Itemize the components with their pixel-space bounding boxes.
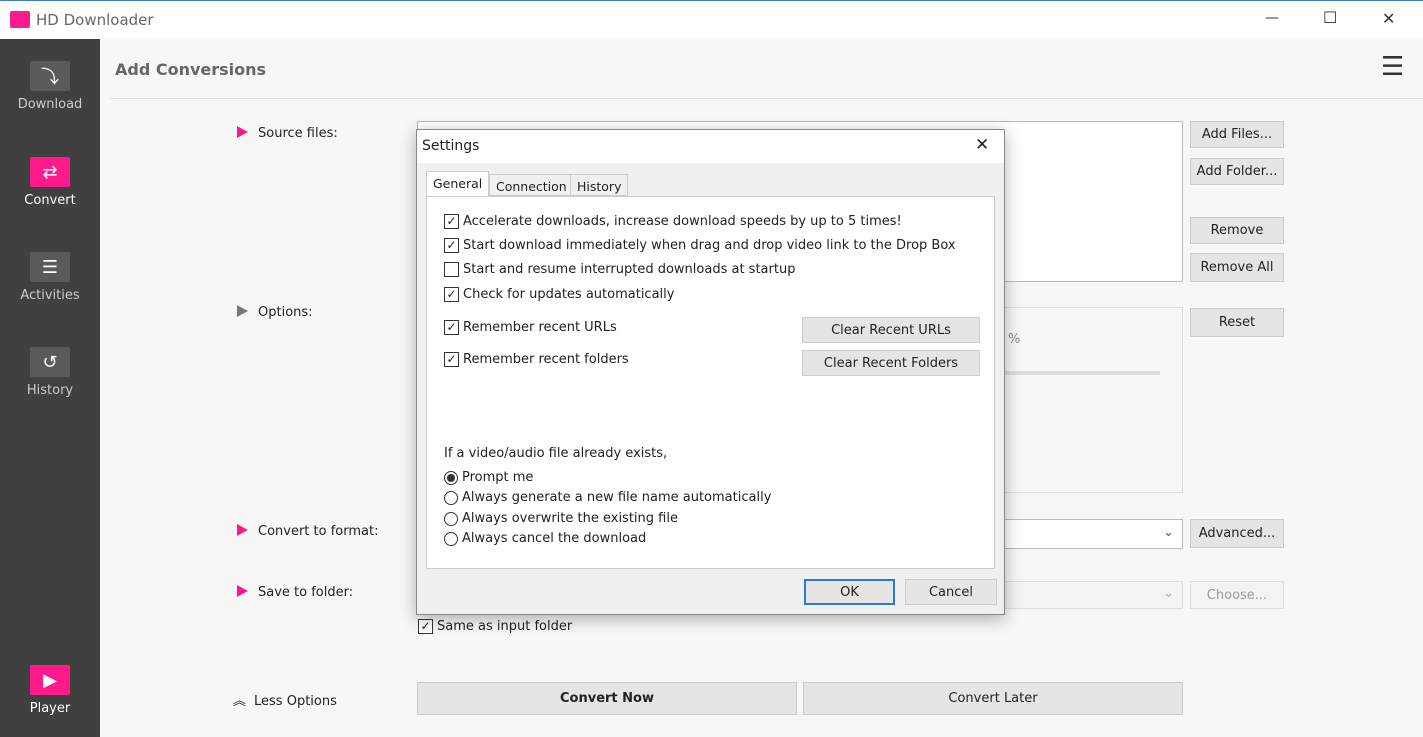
cancel-button[interactable]: Cancel [905, 579, 997, 605]
settings-dialog: Settings ✕ General Connection History ✓ A… [416, 129, 1005, 615]
minimize-button[interactable]: — [1265, 10, 1279, 26]
radio-circle [444, 490, 458, 505]
check-icon: ✓ [444, 320, 459, 335]
remove-all-button[interactable]: Remove All [1190, 253, 1284, 282]
header-divider [110, 98, 1423, 99]
sidebar-item-player[interactable]: ▶ Player [0, 665, 100, 716]
arrow-icon [237, 126, 248, 138]
options-label: Options: [237, 305, 313, 320]
convert-now-button[interactable]: Convert Now [417, 682, 797, 715]
sidebar-item-label: Player [29, 701, 71, 716]
sidebar-item-activities[interactable]: ☰ Activities [0, 252, 100, 303]
file-exists-label: If a video/audio file already exists, [444, 446, 668, 461]
radio-circle [444, 531, 458, 546]
app-logo-icon [10, 11, 30, 28]
source-files-label: Source files: [237, 126, 338, 141]
choose-button: Choose... [1190, 581, 1284, 609]
play-icon: ▶ [30, 665, 70, 695]
list-icon: ☰ [30, 252, 70, 282]
tab-general[interactable]: General [426, 171, 490, 197]
radio-selected [444, 470, 458, 485]
arrow-icon [237, 585, 248, 597]
maximize-button[interactable]: ☐ [1323, 8, 1337, 27]
ok-button[interactable]: OK [804, 579, 895, 605]
save-folder-label: Save to folder: [237, 585, 353, 600]
close-button[interactable]: ✕ [1382, 9, 1395, 28]
convert-icon: ⇄ [30, 157, 70, 187]
history-icon: ↺ [30, 347, 70, 377]
clear-recent-folders-button[interactable]: Clear Recent Folders [802, 350, 980, 376]
sidebar-item-history[interactable]: ↺ History [0, 347, 100, 398]
radio-cancel-download[interactable]: Always cancel the download [444, 531, 646, 546]
radio-prompt-me[interactable]: Prompt me [444, 470, 533, 485]
convert-later-button[interactable]: Convert Later [803, 682, 1183, 715]
chevron-down-icon: ⌄ [1163, 586, 1174, 601]
advanced-button[interactable]: Advanced... [1190, 519, 1284, 548]
menu-icon[interactable]: ☰ [1381, 52, 1404, 82]
same-as-input-checkbox[interactable]: ✓ Same as input folder [418, 619, 572, 634]
dialog-close-button[interactable]: ✕ [975, 135, 989, 155]
chevron-down-icon: ⌄ [1163, 525, 1174, 540]
sidebar-item-label: Convert [24, 193, 76, 208]
options-slider[interactable] [998, 371, 1160, 375]
less-options-toggle[interactable]: ︽ Less Options [233, 690, 337, 709]
dialog-title: Settings [422, 138, 480, 154]
sidebar-item-convert[interactable]: ⇄ Convert [0, 157, 100, 208]
sidebar-item-label: History [26, 383, 74, 398]
tab-connection[interactable]: Connection [489, 174, 574, 196]
check-icon: ✓ [418, 619, 433, 634]
arrow-icon [237, 305, 248, 317]
sidebar-item-label: Activities [20, 288, 80, 303]
resume-startup-checkbox[interactable]: Start and resume interrupted downloads a… [444, 262, 795, 277]
sidebar: ⤵ Download ⇄ Convert ☰ Activities ↺ History … [0, 39, 100, 737]
checkbox-box [444, 262, 459, 277]
clear-recent-urls-button[interactable]: Clear Recent URLs [802, 317, 980, 343]
add-files-button[interactable]: Add Files... [1190, 121, 1284, 148]
add-folder-button[interactable]: Add Folder... [1190, 158, 1284, 185]
check-updates-checkbox[interactable]: ✓ Check for updates automatically [444, 287, 674, 302]
sidebar-item-label: Download [17, 97, 83, 112]
general-panel: ✓ Accelerate downloads, increase download… [426, 196, 995, 569]
download-icon: ⤵ [30, 61, 70, 91]
remember-urls-checkbox[interactable]: ✓ Remember recent URLs [444, 320, 617, 335]
title-bar: HD Downloader — ☐ ✕ [0, 0, 1423, 39]
radio-overwrite[interactable]: Always overwrite the existing file [444, 511, 678, 526]
start-immediately-checkbox[interactable]: ✓ Start download immediately when drag an… [444, 238, 956, 253]
check-icon: ✓ [444, 352, 459, 367]
dialog-title-bar: Settings ✕ [417, 130, 1004, 163]
radio-circle [444, 511, 458, 526]
reset-button[interactable]: Reset [1190, 308, 1284, 337]
chevron-up-icon: ︽ [233, 694, 247, 709]
accelerate-checkbox[interactable]: ✓ Accelerate downloads, increase download… [444, 214, 902, 229]
check-icon: ✓ [444, 287, 459, 302]
options-percent: % [1008, 332, 1021, 347]
remove-button[interactable]: Remove [1190, 217, 1284, 244]
convert-format-label: Convert to format: [237, 524, 378, 539]
radio-generate-name[interactable]: Always generate a new file name automati… [444, 490, 771, 505]
page-title: Add Conversions [115, 60, 267, 79]
check-icon: ✓ [444, 238, 459, 253]
remember-folders-checkbox[interactable]: ✓ Remember recent folders [444, 352, 629, 367]
arrow-icon [237, 524, 248, 536]
window-title: HD Downloader [36, 11, 154, 29]
tab-history[interactable]: History [570, 174, 629, 196]
sidebar-item-download[interactable]: ⤵ Download [0, 61, 100, 112]
check-icon: ✓ [444, 214, 459, 229]
